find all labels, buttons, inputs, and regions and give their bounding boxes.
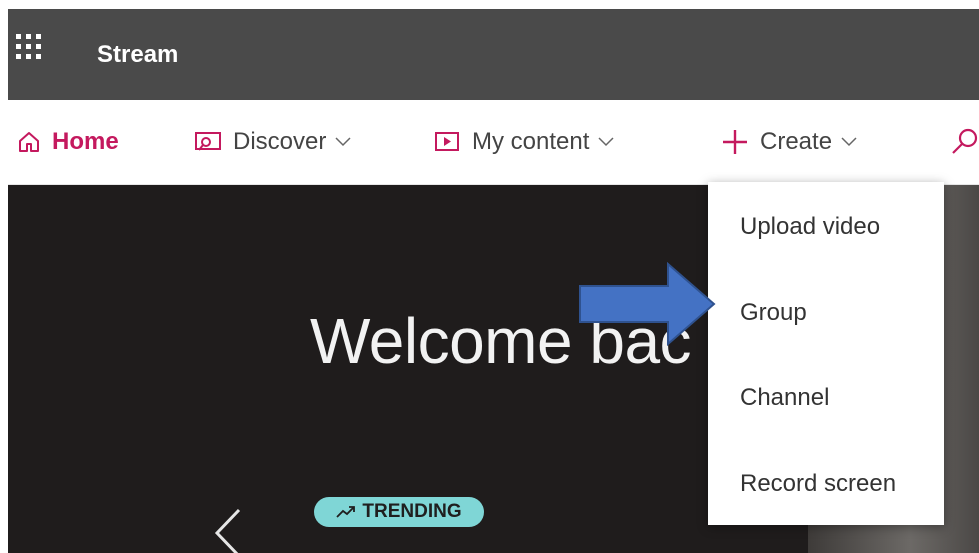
menu-item-label: Upload video xyxy=(740,213,881,240)
stream-window: Stream Home Discover My content Create W… xyxy=(8,9,979,553)
trending-icon xyxy=(336,505,356,519)
trending-badge: TRENDING xyxy=(314,497,484,527)
chevron-down-icon xyxy=(335,137,351,147)
callout-arrow-icon xyxy=(578,261,718,351)
app-launcher-icon[interactable] xyxy=(16,34,42,60)
chevron-down-icon xyxy=(841,137,857,147)
menu-item-channel[interactable]: Channel xyxy=(708,373,944,423)
previous-slide-button[interactable] xyxy=(213,508,243,553)
trending-label: TRENDING xyxy=(362,501,462,522)
app-bar: Stream xyxy=(8,9,979,100)
search-icon xyxy=(949,127,979,157)
nav-my-content[interactable]: My content xyxy=(434,100,614,184)
plus-icon xyxy=(722,129,748,155)
menu-item-label: Group xyxy=(740,299,807,326)
nav-my-content-label: My content xyxy=(472,128,590,155)
nav-bar: Home Discover My content Create xyxy=(8,100,979,185)
nav-create[interactable]: Create xyxy=(722,100,857,184)
home-icon xyxy=(18,131,40,153)
menu-item-label: Channel xyxy=(740,384,830,411)
create-dropdown-menu: Upload video Group Channel Record screen xyxy=(708,182,944,525)
my-content-icon xyxy=(434,131,460,153)
chevron-down-icon xyxy=(598,137,614,147)
nav-home[interactable]: Home xyxy=(18,100,119,184)
nav-discover[interactable]: Discover xyxy=(195,100,351,184)
nav-discover-label: Discover xyxy=(233,128,327,155)
menu-item-label: Record screen xyxy=(740,470,897,497)
menu-item-upload-video[interactable]: Upload video xyxy=(708,202,944,252)
nav-home-label: Home xyxy=(52,128,119,155)
nav-search[interactable] xyxy=(949,100,979,184)
nav-create-label: Create xyxy=(760,128,833,155)
discover-icon xyxy=(195,131,221,153)
menu-item-group[interactable]: Group xyxy=(708,288,944,338)
menu-item-record-screen[interactable]: Record screen xyxy=(708,459,944,509)
app-title[interactable]: Stream xyxy=(97,41,178,69)
